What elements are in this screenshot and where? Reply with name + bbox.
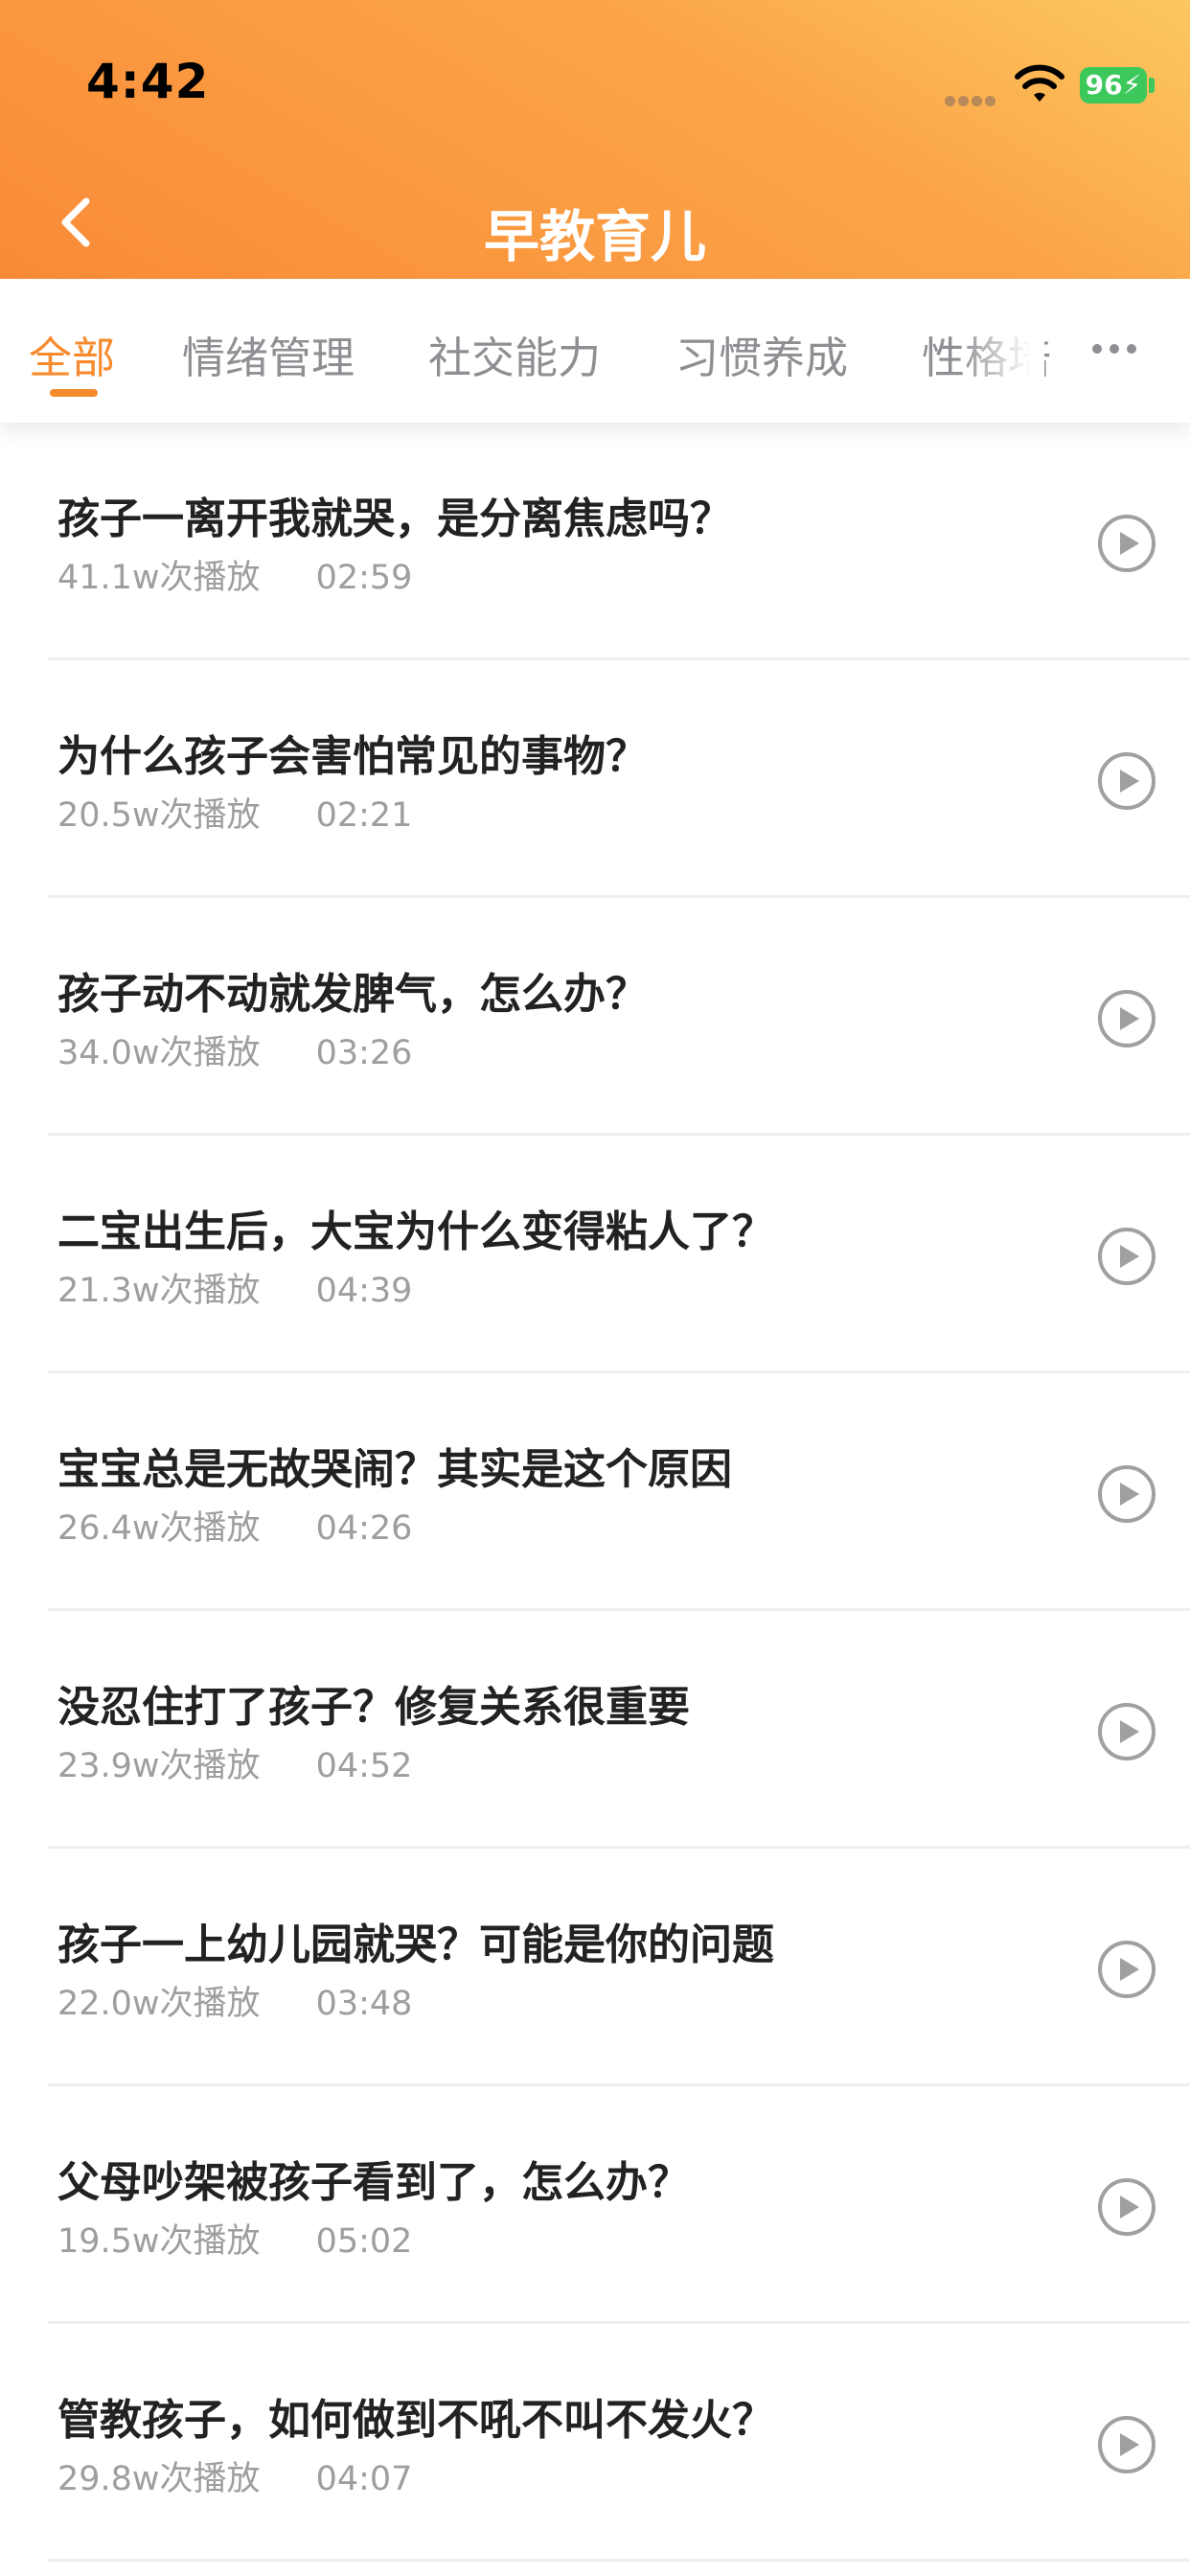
duration: 04:39 [315, 1272, 413, 1310]
list-item[interactable]: 父母吵架被孩子看到了，怎么办？ 19.5w次播放 05:02 [0, 2086, 1190, 2324]
play-count: 34.0w次播放 [57, 1034, 261, 1072]
item-title: 孩子一离开我就哭，是分离焦虑吗？ [57, 494, 732, 543]
play-icon[interactable] [1096, 750, 1157, 812]
play-count: 21.3w次播放 [57, 1272, 261, 1310]
duration: 02:21 [315, 796, 413, 835]
duration: 04:07 [315, 2460, 413, 2498]
play-count: 23.9w次播放 [57, 1747, 261, 1785]
item-meta: 22.0w次播放 03:48 [57, 1976, 412, 2025]
battery-icon: 96⚡ [1080, 67, 1147, 104]
item-meta: 21.3w次播放 04:39 [57, 1263, 412, 1312]
play-icon[interactable] [1096, 1939, 1157, 2000]
tab-all[interactable]: 全部 [29, 323, 115, 385]
play-count: 19.5w次播放 [57, 2222, 261, 2261]
item-meta: 29.8w次播放 04:07 [57, 2451, 412, 2500]
play-count: 29.8w次播放 [57, 2460, 261, 2498]
cellular-signal-icon [945, 92, 998, 106]
list-item[interactable]: 为什么孩子会害怕常见的事物？ 20.5w次播放 02:21 [0, 660, 1190, 898]
header-bar: 4:42 96⚡ 早教育儿 [0, 0, 1190, 279]
item-title: 管教孩子，如何做到不吼不叫不发火？ [57, 2396, 774, 2445]
play-icon[interactable] [1096, 1226, 1157, 1287]
item-meta: 34.0w次播放 03:26 [57, 1025, 412, 1074]
item-meta: 41.1w次播放 02:59 [57, 550, 412, 599]
item-title: 宝宝总是无故哭闹？其实是这个原因 [57, 1445, 732, 1494]
status-time: 4:42 [86, 54, 210, 109]
list-item[interactable]: 管教孩子，如何做到不吼不叫不发火？ 29.8w次播放 04:07 [0, 2324, 1190, 2562]
tab-habits[interactable]: 习惯养成 [675, 323, 848, 385]
duration: 05:02 [315, 2222, 413, 2261]
category-tabs: 全部 情绪管理 社交能力 习惯养成 性格培 [0, 279, 1190, 423]
item-title: 为什么孩子会害怕常见的事物？ [57, 732, 648, 781]
list-item[interactable]: 孩子一离开我就哭，是分离焦虑吗？ 41.1w次播放 02:59 [0, 423, 1190, 660]
play-icon[interactable] [1096, 1701, 1157, 1762]
page-title: 早教育儿 [483, 204, 706, 269]
play-icon[interactable] [1096, 513, 1157, 574]
play-count: 26.4w次播放 [57, 1509, 261, 1548]
item-meta: 26.4w次播放 04:26 [57, 1501, 412, 1550]
duration: 04:26 [315, 1509, 413, 1548]
item-title: 没忍住打了孩子？修复关系很重要 [57, 1683, 690, 1732]
active-tab-indicator [50, 389, 98, 397]
list-item[interactable]: 二宝出生后，大宝为什么变得粘人了？ 21.3w次播放 04:39 [0, 1136, 1190, 1373]
play-icon[interactable] [1096, 1463, 1157, 1525]
tab-fade-right [958, 298, 1044, 403]
divider [48, 2559, 1190, 2562]
item-meta: 20.5w次播放 02:21 [57, 788, 412, 837]
battery-tip [1149, 78, 1155, 93]
list-item[interactable]: 孩子一上幼儿园就哭？可能是你的问题 22.0w次播放 03:48 [0, 1849, 1190, 2086]
tab-social[interactable]: 社交能力 [428, 323, 601, 385]
item-title: 二宝出生后，大宝为什么变得粘人了？ [57, 1208, 774, 1256]
wifi-icon [1015, 64, 1064, 102]
tab-emotion[interactable]: 情绪管理 [182, 323, 355, 385]
tab-fade-left [153, 298, 177, 403]
play-count: 22.0w次播放 [57, 1985, 261, 2023]
item-meta: 19.5w次播放 05:02 [57, 2214, 412, 2263]
item-title: 孩子动不动就发脾气，怎么办？ [57, 970, 648, 1019]
duration: 03:48 [315, 1985, 413, 2023]
more-icon[interactable] [1090, 342, 1138, 356]
item-title: 孩子一上幼儿园就哭？可能是你的问题 [57, 1920, 774, 1969]
duration: 04:52 [315, 1747, 413, 1785]
battery-level: 96 [1085, 69, 1123, 101]
item-title: 父母吵架被孩子看到了，怎么办？ [57, 2158, 690, 2207]
item-meta: 23.9w次播放 04:52 [57, 1738, 412, 1787]
play-icon[interactable] [1096, 2414, 1157, 2475]
list-item[interactable]: 孩子动不动就发脾气，怎么办？ 34.0w次播放 03:26 [0, 898, 1190, 1136]
list-item[interactable]: 宝宝总是无故哭闹？其实是这个原因 26.4w次播放 04:26 [0, 1373, 1190, 1611]
duration: 03:26 [315, 1034, 413, 1072]
play-icon[interactable] [1096, 988, 1157, 1049]
play-count: 41.1w次播放 [57, 559, 261, 597]
play-count: 20.5w次播放 [57, 796, 261, 835]
duration: 02:59 [315, 559, 413, 597]
list-item[interactable]: 没忍住打了孩子？修复关系很重要 23.9w次播放 04:52 [0, 1611, 1190, 1849]
play-icon[interactable] [1096, 2176, 1157, 2238]
